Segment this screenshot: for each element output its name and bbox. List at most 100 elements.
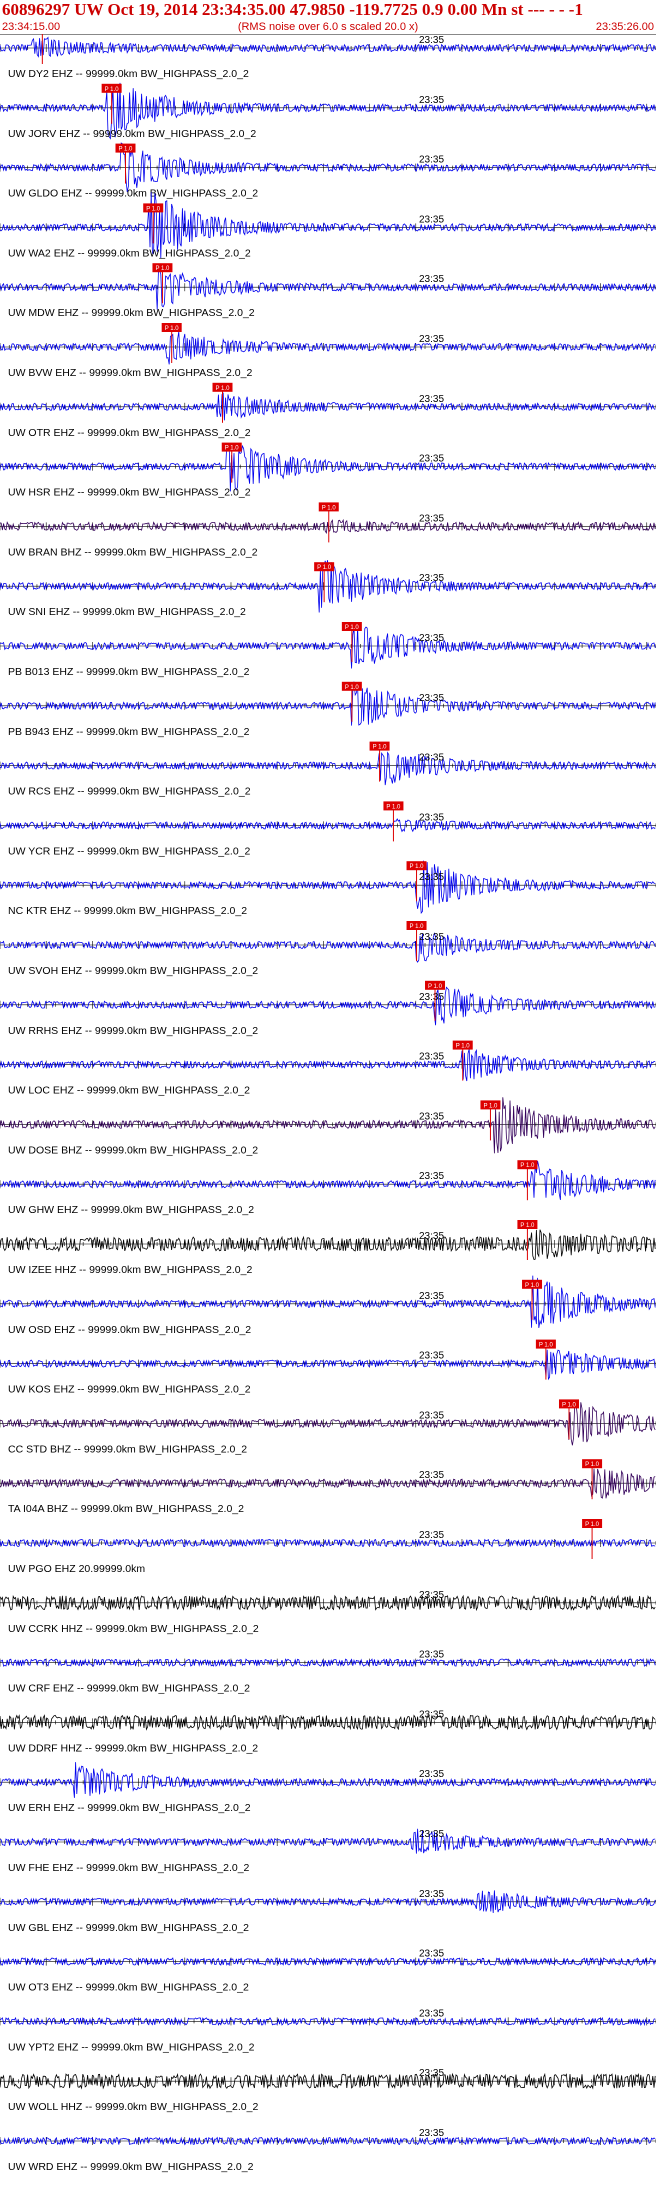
minute-mark-label: 23:35 [419, 334, 444, 345]
minute-mark-label: 23:35 [419, 155, 444, 166]
station-label: UW WOLL HHZ -- 99999.0km BW_HIGHPASS_2.0… [8, 2101, 258, 2113]
waveform-trace [0, 1048, 656, 1082]
station-label: UW RRHS EHZ -- 99999.0km BW_HIGHPASS_2.0… [8, 1025, 258, 1037]
minute-mark-label: 23:35 [419, 214, 444, 225]
minute-mark-label: 23:35 [419, 872, 444, 883]
station-label: PB B943 EHZ -- 99999.0km BW_HIGHPASS_2.0… [8, 726, 250, 738]
pick-label: P 1.0 [322, 505, 337, 511]
waveform-trace [0, 1161, 656, 1200]
pick-label: P 1.0 [428, 984, 443, 990]
station-label: UW CCRK HHZ -- 99999.0km BW_HIGHPASS_2.0… [8, 1623, 259, 1635]
station-label: UW YCR EHZ -- 99999.0km BW_HIGHPASS_2.0_… [8, 845, 251, 857]
waveform-trace [0, 1229, 656, 1260]
pick-label: P 1.0 [105, 87, 120, 93]
station-label: UW OTR EHZ -- 99999.0km BW_HIGHPASS_2.0_… [8, 427, 251, 439]
minute-mark-label: 23:35 [419, 1231, 444, 1242]
minute-mark-label: 23:35 [419, 2068, 444, 2079]
minute-mark-label: 23:35 [419, 95, 444, 106]
waveform-trace [0, 268, 656, 310]
station-label: UW WA2 EHZ -- 99999.0km BW_HIGHPASS_2.0_… [8, 247, 251, 259]
station-label: UW WRD EHZ -- 99999.0km BW_HIGHPASS_2.0_… [8, 2161, 254, 2173]
waveform-trace [0, 1349, 656, 1381]
pick-label: P 1.0 [483, 1103, 498, 1109]
pick-label: P 1.0 [525, 1283, 540, 1289]
station-label: UW CRF EHZ -- 99999.0km BW_HIGHPASS_2.0_… [8, 1683, 250, 1695]
pick-label: P 1.0 [225, 446, 240, 452]
minute-mark-label: 23:35 [419, 693, 444, 704]
noise-scale-note: (RMS noise over 6.0 s scaled 20.0 x) [237, 21, 419, 33]
pick-label: P 1.0 [539, 1343, 554, 1349]
event-title: 60896297 UW Oct 19, 2014 23:34:35.00 47.… [2, 0, 583, 19]
minute-mark-label: 23:35 [419, 1410, 444, 1421]
minute-mark-label: 23:35 [419, 394, 444, 405]
station-label: UW OSD EHZ -- 99999.0km BW_HIGHPASS_2.0_… [8, 1324, 251, 1336]
pick-label: P 1.0 [410, 864, 425, 870]
minute-mark-label: 23:35 [419, 1351, 444, 1362]
minute-mark-label: 23:35 [419, 753, 444, 764]
station-label: UW KOS EHZ -- 99999.0km BW_HIGHPASS_2.0_… [8, 1384, 251, 1396]
pick-label: P 1.0 [456, 1044, 471, 1050]
station-label: UW MDW EHZ -- 99999.0km BW_HIGHPASS_2.0_… [8, 307, 255, 319]
station-label: UW DOSE BHZ -- 99999.0km BW_HIGHPASS_2.0… [8, 1144, 258, 1156]
station-label: UW JORV EHZ -- 99999.0km BW_HIGHPASS_2.0… [8, 128, 256, 140]
waveform-trace [0, 986, 656, 1026]
station-label: UW PGO EHZ 20.99999.0km [8, 1563, 145, 1575]
station-label: UW ERH EHZ -- 99999.0km BW_HIGHPASS_2.0_… [8, 1802, 251, 1814]
waveform-trace [0, 626, 656, 669]
minute-mark-label: 23:35 [419, 1291, 444, 1302]
minute-mark-label: 23:35 [419, 2008, 444, 2019]
minute-mark-label: 23:35 [419, 1590, 444, 1601]
pick-label: P 1.0 [520, 1163, 535, 1169]
pick-label: P 1.0 [585, 1522, 600, 1528]
minute-mark-label: 23:35 [419, 1470, 444, 1481]
waveform-trace [0, 1399, 656, 1446]
waveform-trace [0, 331, 656, 365]
minute-mark-label: 23:35 [419, 1889, 444, 1900]
station-label: NC KTR EHZ -- 99999.0km BW_HIGHPASS_2.0_… [8, 905, 247, 917]
minute-mark-label: 23:35 [419, 1111, 444, 1122]
end-time-label: 23:35:26.00 [595, 21, 654, 33]
minute-mark-label: 23:35 [419, 2128, 444, 2139]
waveform-trace [0, 36, 656, 58]
minute-mark-label: 23:35 [419, 633, 444, 644]
station-label: UW HSR EHZ -- 99999.0km BW_HIGHPASS_2.0_… [8, 487, 251, 499]
pick-label: P 1.0 [562, 1402, 577, 1408]
minute-mark-label: 23:35 [419, 1052, 444, 1063]
waveform-trace [0, 751, 656, 786]
pick-label: P 1.0 [317, 565, 332, 571]
pick-label: P 1.0 [146, 206, 161, 212]
minute-mark-label: 23:35 [419, 1709, 444, 1720]
pick-label: P 1.0 [386, 804, 401, 810]
waveform-trace [0, 444, 656, 492]
waveform-trace [0, 1275, 656, 1328]
minute-mark-label: 23:35 [419, 454, 444, 465]
minute-mark-label: 23:35 [419, 1829, 444, 1840]
pick-label: P 1.0 [216, 386, 231, 392]
station-label: UW BRAN BHZ -- 99999.0km BW_HIGHPASS_2.0… [8, 546, 258, 558]
pick-label: P 1.0 [345, 625, 360, 631]
pick-label: P 1.0 [585, 1462, 600, 1468]
minute-mark-label: 23:35 [419, 992, 444, 1003]
minute-mark-label: 23:35 [419, 1530, 444, 1541]
station-label: UW DY2 EHZ -- 99999.0km BW_HIGHPASS_2.0_… [8, 68, 249, 80]
minute-mark-label: 23:35 [419, 274, 444, 285]
pick-label: P 1.0 [155, 266, 170, 272]
station-label: UW OT3 EHZ -- 99999.0km BW_HIGHPASS_2.0_… [8, 1982, 249, 1994]
minute-mark-label: 23:35 [419, 932, 444, 943]
station-label: UW BVW EHZ -- 99999.0km BW_HIGHPASS_2.0_… [8, 367, 252, 379]
minute-mark-label: 23:35 [419, 1769, 444, 1780]
pick-label: P 1.0 [165, 326, 180, 332]
station-label: UW FHE EHZ -- 99999.0km BW_HIGHPASS_2.0_… [8, 1862, 250, 1874]
minute-mark-label: 23:35 [419, 513, 444, 524]
minute-mark-label: 23:35 [419, 35, 444, 46]
station-label: UW DDRF HHZ -- 99999.0km BW_HIGHPASS_2.0… [8, 1742, 258, 1754]
station-label: UW YPT2 EHZ -- 99999.0km BW_HIGHPASS_2.0… [8, 2041, 255, 2053]
station-label: UW GBL EHZ -- 99999.0km BW_HIGHPASS_2.0_… [8, 1922, 249, 1934]
minute-mark-label: 23:35 [419, 812, 444, 823]
station-label: TA I04A BHZ -- 99999.0km BW_HIGHPASS_2.0… [8, 1503, 244, 1515]
pick-label: P 1.0 [520, 1223, 535, 1229]
station-label: UW GLDO EHZ -- 99999.0km BW_HIGHPASS_2.0… [8, 188, 258, 200]
station-label: UW RCS EHZ -- 99999.0km BW_HIGHPASS_2.0_… [8, 786, 251, 798]
waveform-trace [0, 1762, 656, 1798]
waveform-trace [0, 1828, 656, 1854]
